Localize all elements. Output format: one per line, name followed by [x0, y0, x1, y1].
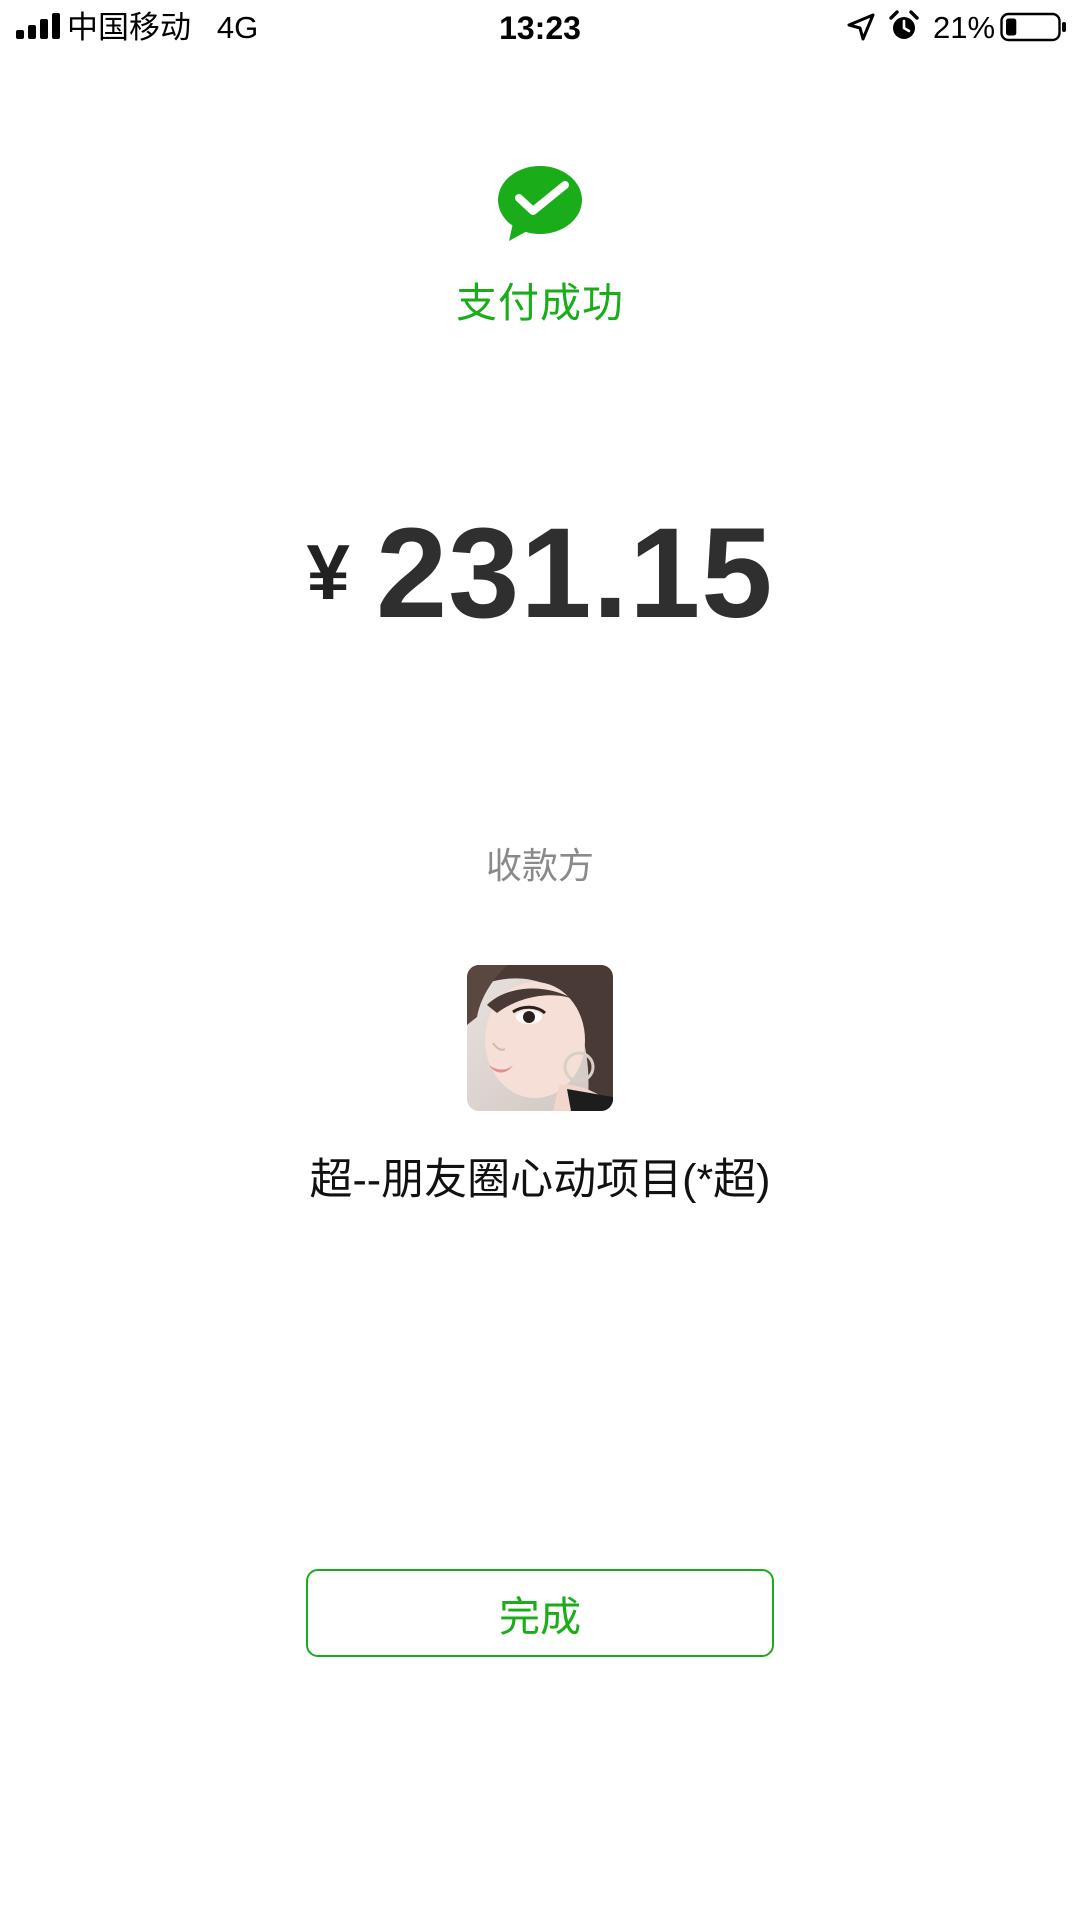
wechat-pay-success-icon	[498, 166, 582, 241]
payee-label: 收款方	[485, 845, 594, 886]
location-icon	[847, 13, 875, 41]
amount-display: ¥ 231.15	[0, 500, 1080, 645]
avatar	[467, 965, 613, 1111]
status-bar: 中国移动 4G 13:23 21%	[0, 0, 1080, 56]
payment-success-title: 支付成功	[456, 280, 624, 326]
battery-icon	[1000, 12, 1066, 42]
amount-value: 231.15	[375, 502, 774, 645]
payee-name: 超--朋友圈心动项目(*超)	[309, 1156, 771, 1204]
alarm-icon	[889, 10, 919, 39]
currency-symbol: ¥	[306, 528, 350, 616]
battery-percent: 21%	[933, 10, 996, 45]
done-button[interactable]: 完成	[306, 1569, 774, 1657]
